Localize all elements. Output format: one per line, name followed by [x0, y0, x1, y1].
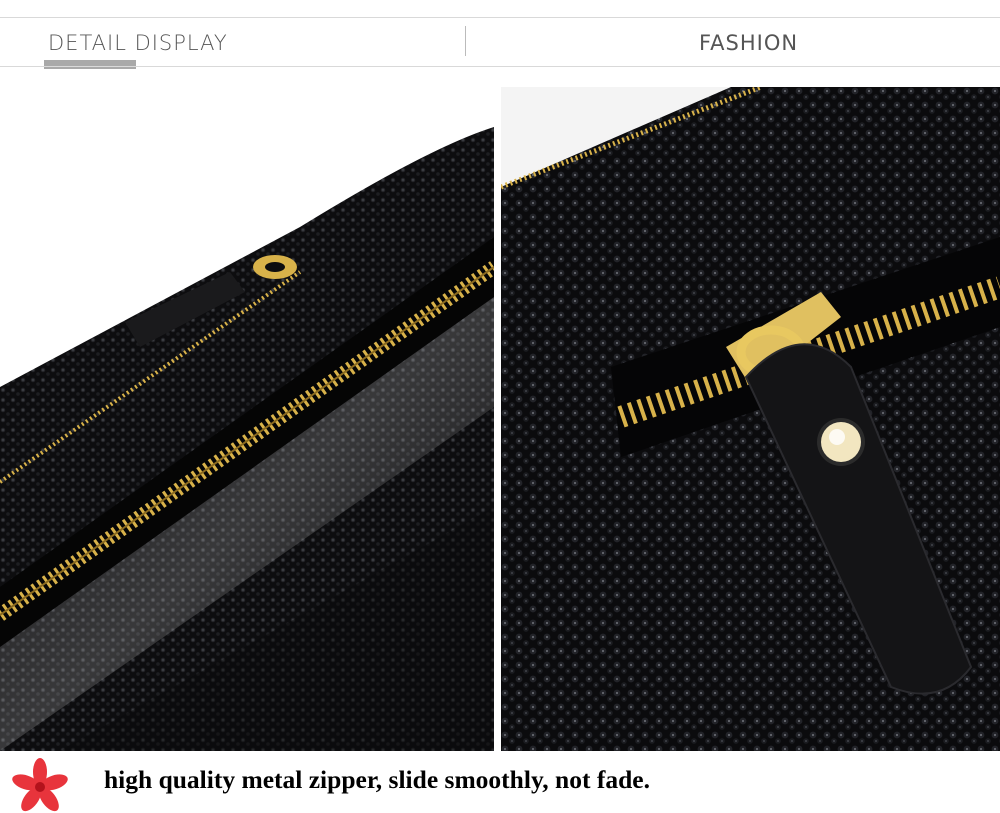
flower-icon: [12, 758, 68, 812]
caption-text: high quality metal zipper, slide smoothl…: [104, 765, 650, 794]
header-bottom-rule: [0, 66, 1000, 67]
zipper-pull-image: [501, 87, 1000, 751]
header-top-rule: [0, 17, 1000, 18]
header-bar: DETAIL DISPLAY FASHION: [0, 0, 1000, 90]
detail-display-title: DETAIL DISPLAY: [48, 31, 228, 55]
title-underline: [44, 60, 136, 69]
caption-bar: high quality metal zipper, slide smoothl…: [0, 751, 1000, 812]
header-divider: [465, 26, 466, 56]
wallet-zipper-image: [0, 87, 494, 751]
fashion-title: FASHION: [699, 31, 799, 55]
